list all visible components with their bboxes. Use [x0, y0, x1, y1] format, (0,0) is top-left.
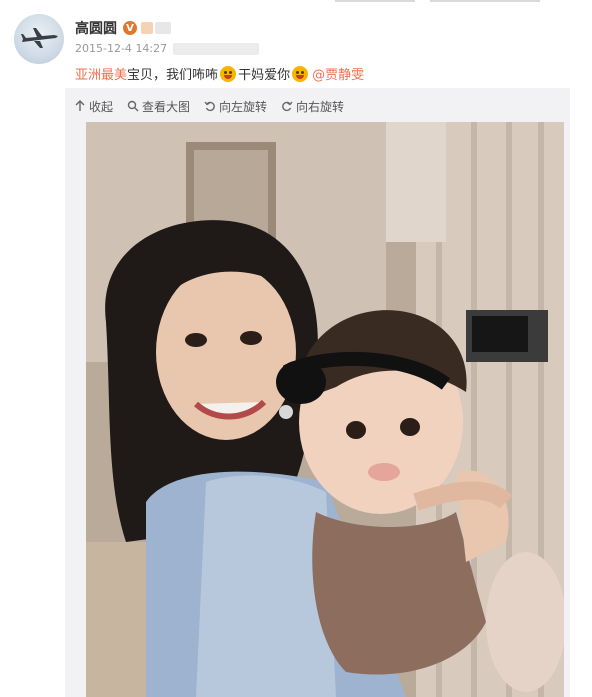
post-photo[interactable]: [86, 122, 564, 697]
photo-illustration: [86, 122, 564, 697]
airplane-icon: [21, 28, 58, 48]
divider-segment: [335, 0, 415, 2]
magnifier-icon: [127, 100, 139, 112]
love-emoji-icon: [292, 65, 309, 82]
image-toolbar: 收起 查看大图 向左旋转 向右旋转: [74, 96, 344, 116]
author-name[interactable]: 高圆圆: [75, 18, 117, 38]
author-row: 高圆圆 V: [75, 18, 171, 38]
blurred-badge: [141, 22, 153, 34]
blurred-badge: [155, 22, 171, 34]
top-divider: [0, 0, 592, 2]
text-segment: 亚洲: [75, 68, 102, 83]
text-segment: 干妈爱你: [238, 68, 291, 83]
post-time[interactable]: 14:27: [135, 42, 167, 55]
view-large-button[interactable]: 查看大图: [127, 98, 190, 115]
rotate-left-label: 向左旋转: [219, 99, 268, 114]
rotate-left-button[interactable]: 向左旋转: [204, 98, 267, 115]
rotate-right-icon: [282, 101, 293, 112]
post-text: 亚洲 最美 宝贝 ，我们咘咘 干妈爱你 @贾静雯: [75, 64, 364, 83]
view-large-label: 查看大图: [142, 99, 191, 114]
rotate-left-icon: [204, 101, 215, 112]
text-segment: 最美: [101, 68, 128, 83]
divider-segment: [430, 0, 540, 2]
mention-link[interactable]: @贾静雯: [312, 64, 364, 83]
rotate-right-label: 向右旋转: [296, 99, 345, 114]
blurred-source: [173, 42, 260, 55]
post-date[interactable]: 2015-12-4: [75, 42, 132, 55]
up-arrow-icon: [75, 100, 85, 111]
post-meta: 2015-12-4 14:27: [75, 42, 260, 55]
verified-badge-icon: V: [123, 21, 137, 35]
rotate-right-button[interactable]: 向右旋转: [281, 98, 344, 115]
laugh-emoji-icon: [220, 65, 237, 82]
text-segment: 宝贝: [127, 68, 154, 83]
text-segment: ，我们咘咘: [153, 68, 219, 83]
collapse-label: 收起: [89, 99, 114, 114]
collapse-button[interactable]: 收起: [74, 98, 113, 115]
avatar[interactable]: [14, 14, 64, 64]
